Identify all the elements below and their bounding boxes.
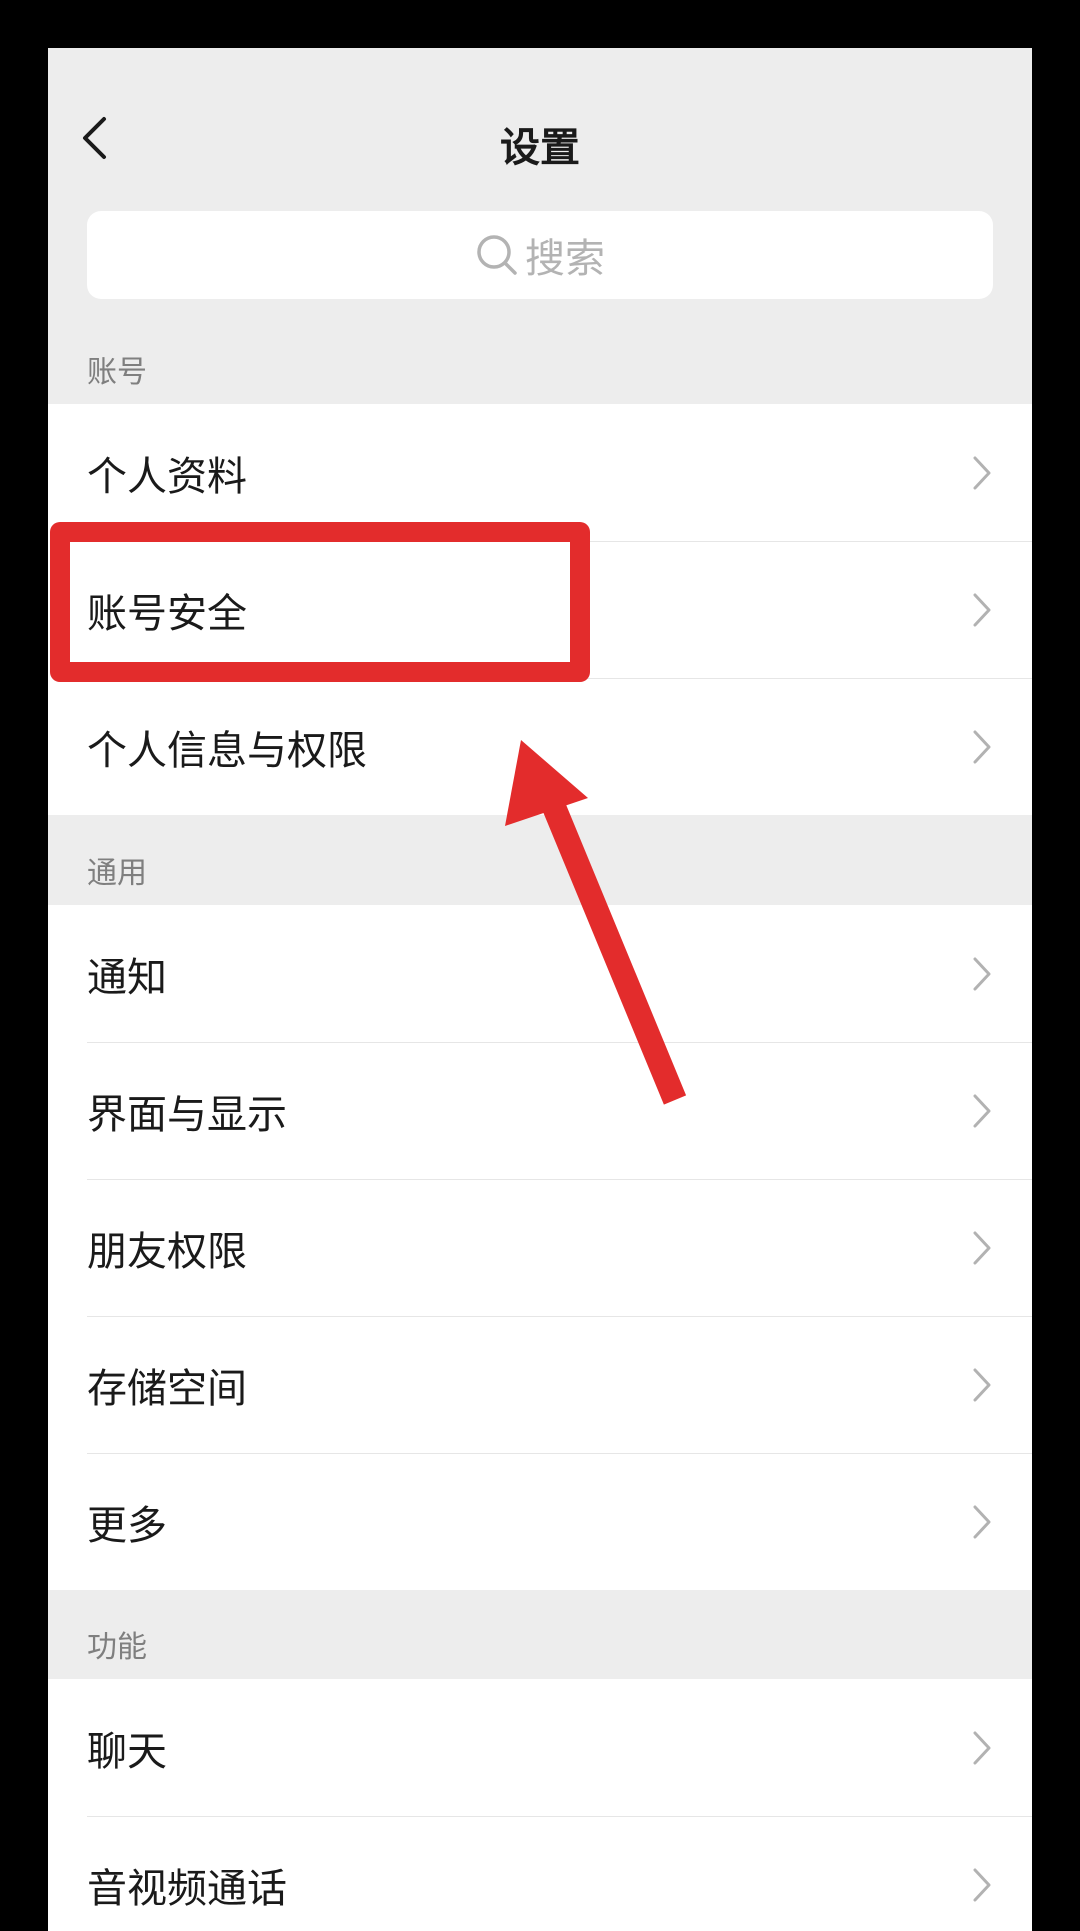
row-label: 通知 bbox=[87, 954, 167, 1001]
chevron-right-icon bbox=[973, 1368, 991, 1401]
search-bar[interactable]: 搜索 bbox=[87, 211, 993, 299]
row-more[interactable]: 更多 bbox=[48, 1453, 1032, 1590]
chevron-right-icon bbox=[973, 1868, 991, 1901]
chevron-right-icon bbox=[973, 730, 991, 763]
row-av-calls[interactable]: 音视频通话 bbox=[48, 1816, 1032, 1931]
row-label: 更多 bbox=[87, 1502, 167, 1549]
chevron-right-icon bbox=[973, 1094, 991, 1127]
page-title: 设置 bbox=[500, 125, 580, 171]
settings-screen: 设置 搜索 账号 个人资料 账号安全 个人信息与权限 通用 通知 界面与显示 朋… bbox=[48, 48, 1032, 1931]
group-general: 通知 界面与显示 朋友权限 存储空间 更多 bbox=[48, 905, 1032, 1590]
row-label: 聊天 bbox=[87, 1728, 167, 1775]
group-features: 聊天 音视频通话 bbox=[48, 1679, 1032, 1931]
chevron-right-icon bbox=[973, 957, 991, 990]
row-label: 朋友权限 bbox=[87, 1228, 247, 1275]
section-label-features: 功能 bbox=[87, 1630, 147, 1665]
chevron-right-icon bbox=[973, 456, 991, 489]
group-account: 个人资料 账号安全 个人信息与权限 bbox=[48, 404, 1032, 815]
search-icon bbox=[477, 235, 517, 275]
row-label: 界面与显示 bbox=[87, 1091, 287, 1138]
row-label: 账号安全 bbox=[87, 590, 247, 637]
row-label: 存储空间 bbox=[87, 1365, 247, 1412]
search-placeholder: 搜索 bbox=[525, 236, 605, 282]
row-storage[interactable]: 存储空间 bbox=[48, 1316, 1032, 1453]
row-friend-permissions[interactable]: 朋友权限 bbox=[48, 1179, 1032, 1316]
section-label-account: 账号 bbox=[87, 355, 147, 390]
row-privacy-permissions[interactable]: 个人信息与权限 bbox=[48, 678, 1032, 815]
row-notifications[interactable]: 通知 bbox=[48, 905, 1032, 1042]
chevron-right-icon bbox=[973, 1231, 991, 1264]
row-display[interactable]: 界面与显示 bbox=[48, 1042, 1032, 1179]
section-label-general: 通用 bbox=[87, 856, 147, 891]
chevron-right-icon bbox=[973, 1731, 991, 1764]
row-label: 音视频通话 bbox=[87, 1865, 287, 1912]
chevron-right-icon bbox=[973, 593, 991, 626]
row-profile[interactable]: 个人资料 bbox=[48, 404, 1032, 541]
row-label: 个人信息与权限 bbox=[87, 727, 367, 774]
nav-bar: 设置 bbox=[48, 48, 1032, 216]
chevron-right-icon bbox=[973, 1505, 991, 1538]
row-account-security[interactable]: 账号安全 bbox=[48, 541, 1032, 678]
row-label: 个人资料 bbox=[87, 453, 247, 500]
row-chat[interactable]: 聊天 bbox=[48, 1679, 1032, 1816]
